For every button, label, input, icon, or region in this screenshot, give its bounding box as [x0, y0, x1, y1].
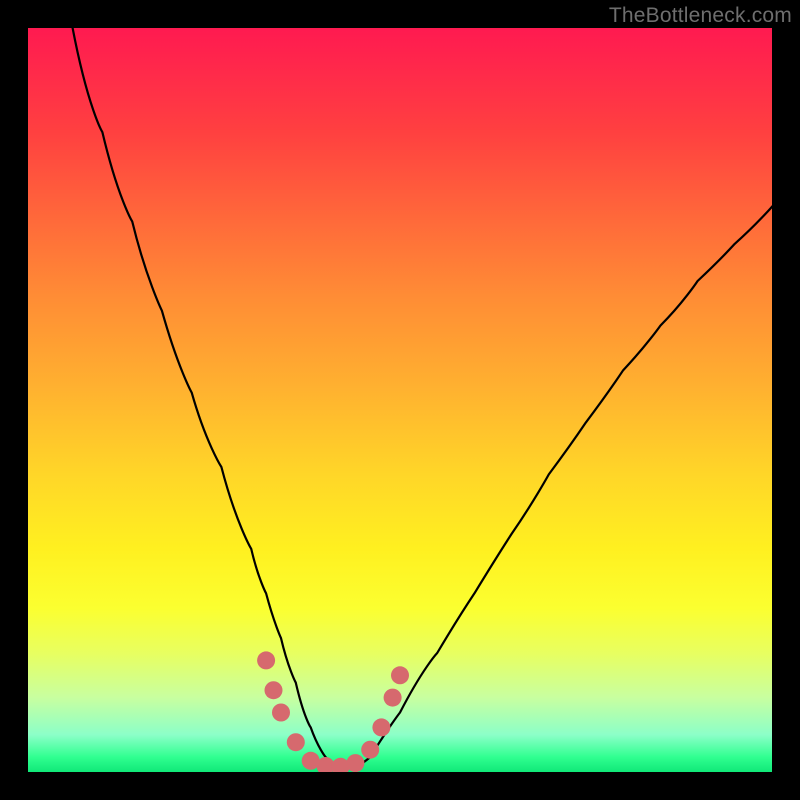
bottleneck-curve: [73, 28, 772, 768]
watermark-text: TheBottleneck.com: [609, 4, 792, 28]
marker-dot: [287, 733, 305, 751]
curve-layer: [28, 28, 772, 772]
marker-dot: [391, 666, 409, 684]
marker-dot: [372, 718, 390, 736]
chart-frame: TheBottleneck.com: [0, 0, 800, 800]
marker-dot: [272, 704, 290, 722]
plot-area: [28, 28, 772, 772]
low-region-markers: [257, 651, 409, 772]
marker-dot: [361, 741, 379, 759]
marker-dot: [346, 754, 364, 772]
marker-dot: [265, 681, 283, 699]
marker-dot: [257, 651, 275, 669]
marker-dot: [384, 689, 402, 707]
